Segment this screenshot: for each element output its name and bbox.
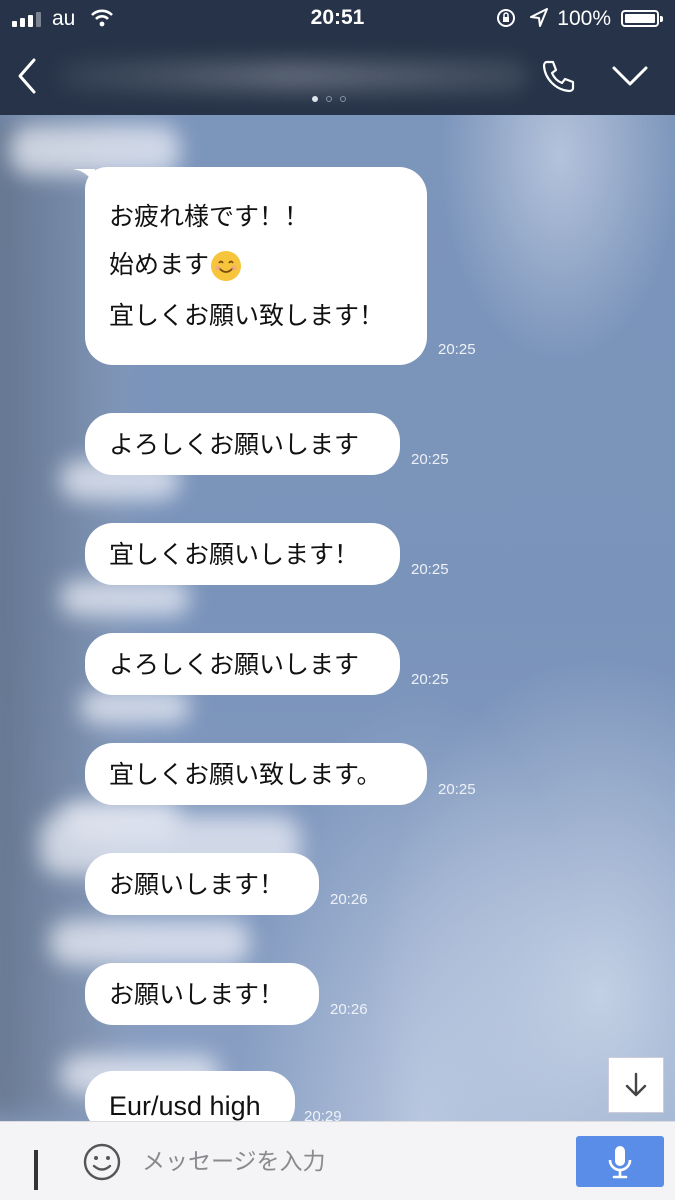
message-bubble[interactable]: お願いします！ xyxy=(85,963,319,1025)
contact-name[interactable] xyxy=(58,60,528,92)
status-bar: au 20:51 100% xyxy=(0,0,675,38)
phone-icon[interactable] xyxy=(538,56,578,96)
message-time: 20:25 xyxy=(411,451,449,468)
page-dot xyxy=(312,96,318,102)
message-text: お願いします！ xyxy=(109,979,285,1009)
page-indicator xyxy=(312,96,346,102)
page-dot xyxy=(326,96,332,102)
message-text: 宜しくお願い致します！ xyxy=(109,301,385,330)
message-text: よろしくお願いします xyxy=(109,429,360,459)
chevron-left-icon[interactable] xyxy=(10,54,46,98)
attach-handle[interactable] xyxy=(34,1150,38,1190)
message-text: 始めます xyxy=(109,250,210,279)
message-bubble[interactable]: お疲れ様です！！ 始めます 宜しくお願い致します！ xyxy=(85,167,427,365)
message-text: 宜しくお願い致します。 xyxy=(109,759,382,789)
message-time: 20:25 xyxy=(438,341,476,358)
blurred-sender-name xyxy=(60,580,190,616)
message-time: 20:25 xyxy=(438,781,476,798)
page-dot xyxy=(340,96,346,102)
bubble-tail xyxy=(73,169,95,185)
message-text: 宜しくお願いします！ xyxy=(109,539,360,569)
message-bubble[interactable]: Eur/usd high xyxy=(85,1071,295,1121)
message-input-bar xyxy=(0,1121,675,1200)
nav-bar xyxy=(0,38,675,115)
message-input[interactable] xyxy=(142,1144,562,1180)
rotation-lock-icon xyxy=(497,9,515,27)
smiley-icon[interactable] xyxy=(82,1142,122,1182)
blurred-sender-name xyxy=(50,920,250,965)
message-bubble[interactable]: 宜しくお願い致します。 xyxy=(85,743,427,805)
blurred-sender-name xyxy=(80,690,190,724)
smiling-face-emoji xyxy=(211,251,242,281)
message-text: お願いします！ xyxy=(109,869,285,899)
battery-icon xyxy=(621,10,663,27)
message-bubble[interactable]: よろしくお願いします xyxy=(85,413,400,475)
message-time: 20:29 xyxy=(304,1108,342,1121)
message-text: Eur/usd high xyxy=(109,1090,261,1121)
message-bubble[interactable]: よろしくお願いします xyxy=(85,633,400,695)
voice-message-button[interactable] xyxy=(576,1136,664,1187)
message-bubble[interactable]: 宜しくお願いします！ xyxy=(85,523,400,585)
chevron-down-icon[interactable] xyxy=(610,62,650,90)
chat-area[interactable]: お疲れ様です！！ 始めます 宜しくお願い致します！ 20:25 よろしくお願いし… xyxy=(0,115,675,1121)
microphone-icon xyxy=(608,1145,632,1178)
arrow-down-icon xyxy=(625,1072,647,1097)
message-time: 20:26 xyxy=(330,1001,368,1018)
message-time: 20:26 xyxy=(330,891,368,908)
battery-percent: 100% xyxy=(557,7,611,30)
scroll-to-bottom-button[interactable] xyxy=(608,1057,664,1113)
message-time: 20:25 xyxy=(411,671,449,688)
chat-header: au 20:51 100% xyxy=(0,0,675,115)
location-icon xyxy=(530,8,548,27)
message-text: よろしくお願いします xyxy=(109,649,360,679)
message-text: お疲れ様です！！ xyxy=(109,202,310,231)
message-bubble[interactable]: お願いします！ xyxy=(85,853,319,915)
message-time: 20:25 xyxy=(411,561,449,578)
